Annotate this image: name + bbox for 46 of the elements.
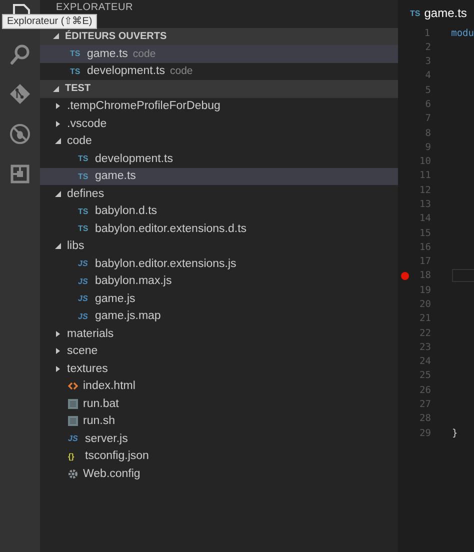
code-text: } [452, 428, 458, 439]
line-number: 8 [424, 128, 431, 139]
line-number: 29 [418, 428, 431, 439]
line-number: 12 [418, 184, 431, 196]
line-number: 9 [424, 142, 431, 153]
line-number: 17 [418, 256, 431, 268]
line-number: 18 [418, 270, 431, 282]
line-number: 15 [418, 228, 431, 239]
typescript-icon: TS [70, 66, 82, 76]
panel-title: EXPLORATEUR [56, 2, 134, 14]
line-number: 1 [423, 28, 430, 39]
line-number: 3 [424, 56, 431, 68]
line-number: 24 [418, 356, 431, 368]
line-number: 14 [418, 213, 431, 224]
line-number: 23 [418, 342, 431, 353]
tooltip: Explorateur (⇧⌘E) [2, 14, 98, 29]
line-number: 13 [418, 199, 431, 210]
typescript-icon: TS [410, 8, 420, 18]
javascript-icon: JS [78, 276, 90, 286]
line-number: 21 [418, 313, 431, 324]
typescript-icon: TS [78, 172, 90, 181]
line-number: 7 [424, 113, 431, 124]
line-number: 27 [418, 398, 431, 410]
line-number: 20 [418, 298, 431, 310]
code-text: modu [451, 28, 474, 39]
line-number: 26 [418, 384, 431, 396]
line-number: 11 [418, 170, 431, 182]
javascript-icon: JS [68, 434, 80, 444]
typescript-icon: TS [78, 206, 90, 216]
line-number: 4 [424, 70, 431, 82]
line-number: 6 [424, 99, 431, 110]
line-number: 5 [424, 84, 431, 96]
javascript-icon: JS [78, 259, 90, 268]
line-number: 25 [418, 370, 431, 382]
typescript-icon: TS [78, 224, 90, 234]
line-number: 10 [418, 156, 431, 168]
line-number: 2 [424, 42, 431, 53]
typescript-icon: TS [78, 154, 90, 164]
javascript-icon: JS [78, 294, 90, 304]
json-icon: {} [68, 452, 80, 461]
javascript-icon: JS [78, 312, 90, 321]
line-number: 16 [418, 242, 431, 253]
typescript-icon: TS [70, 49, 82, 58]
line-number: 19 [418, 284, 431, 296]
line-number: 28 [418, 413, 431, 424]
line-number: 22 [418, 328, 431, 339]
